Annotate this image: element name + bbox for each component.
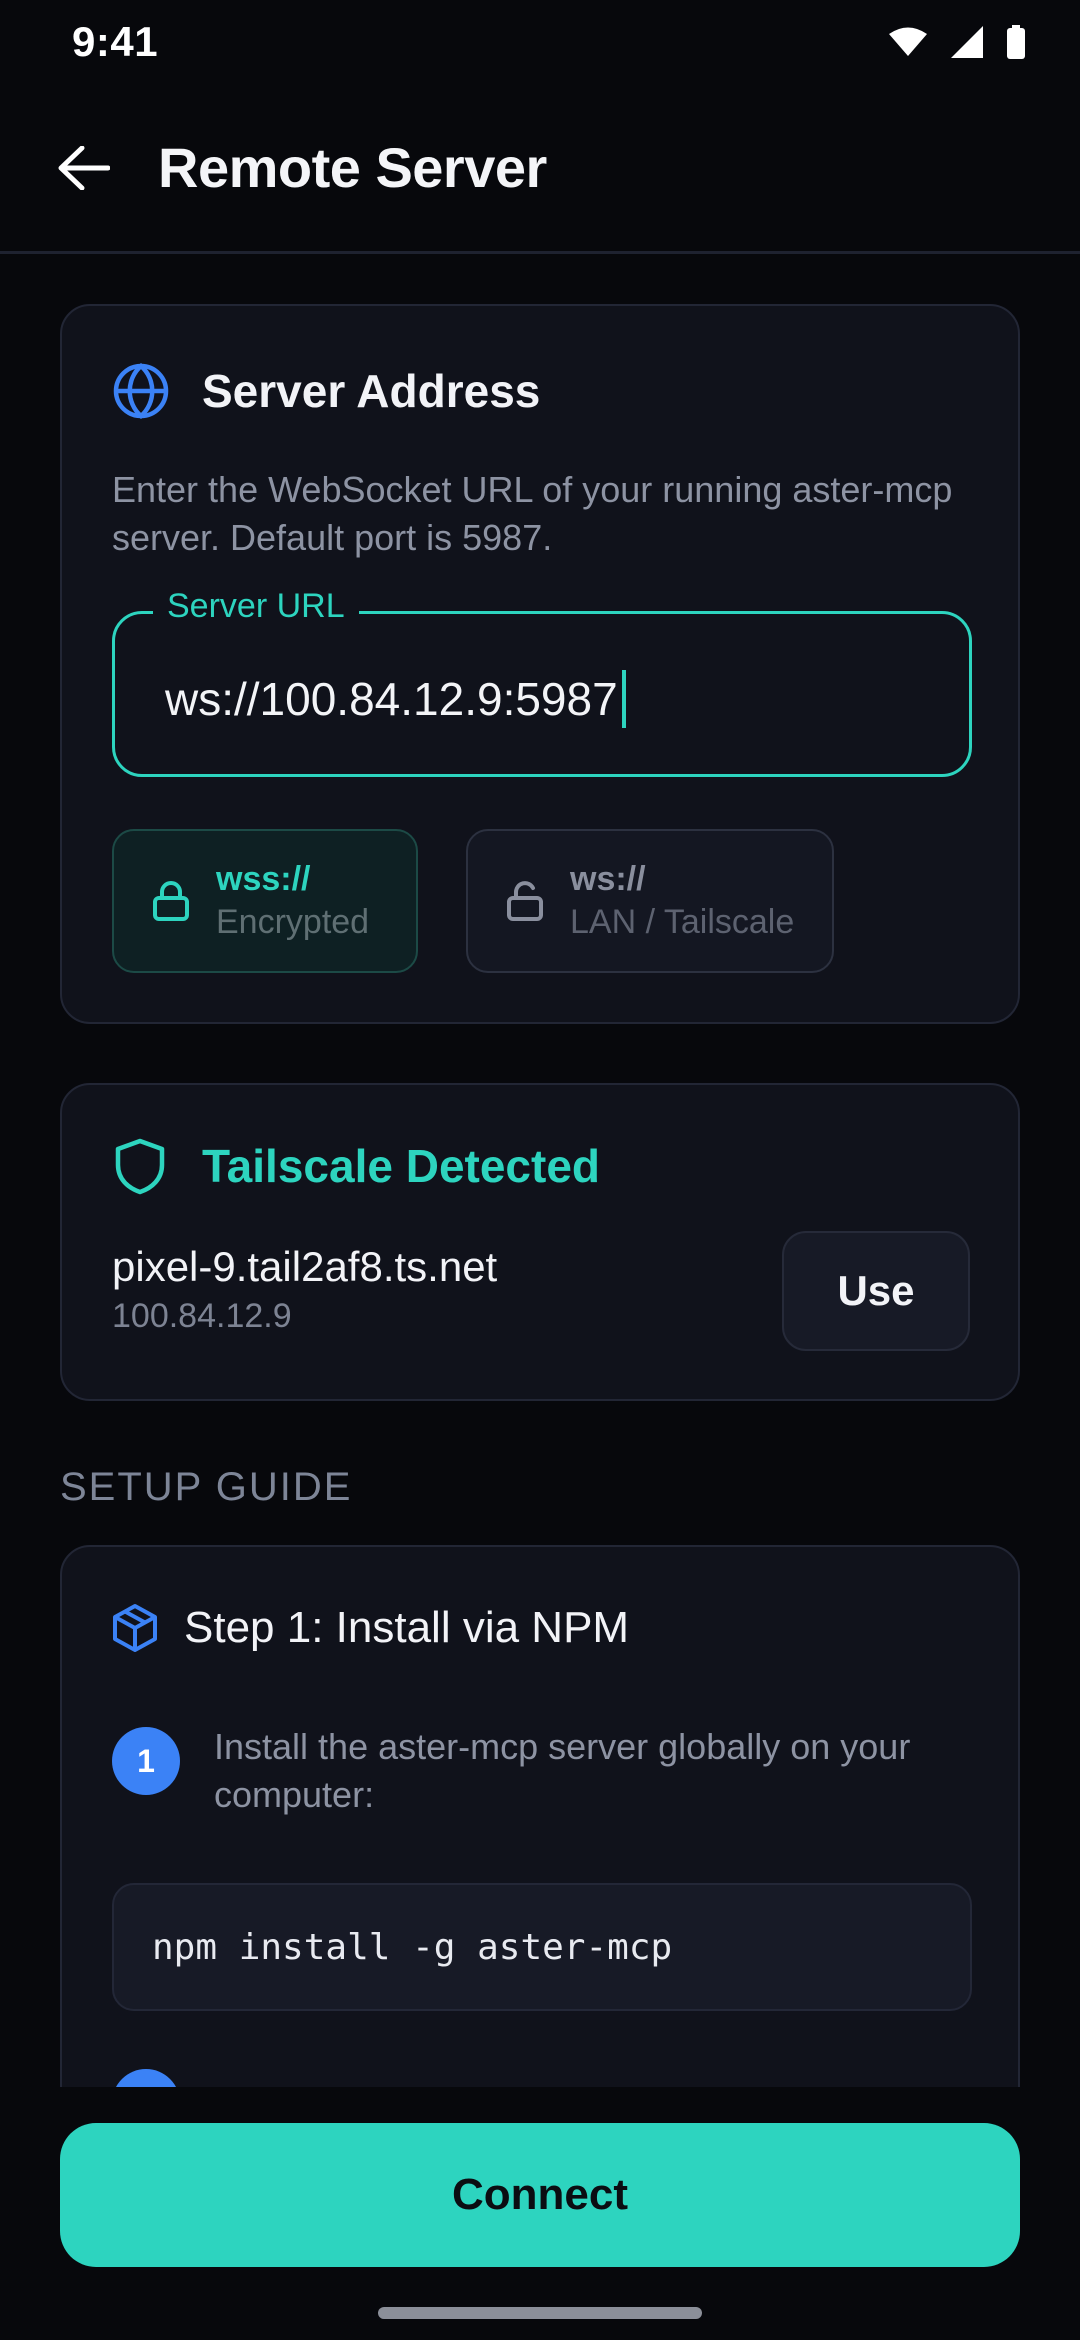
- arrow-left-icon: [58, 145, 110, 190]
- step-instruction: Install the aster-mcp server globally on…: [214, 1726, 911, 1815]
- text-cursor: [621, 670, 626, 728]
- status-icons: [888, 25, 1026, 59]
- tailscale-ip: 100.84.12.9: [112, 1297, 292, 1335]
- step-number-badge: 1: [112, 1727, 180, 1795]
- home-indicator[interactable]: [378, 2307, 702, 2319]
- server-url-field[interactable]: Server URL ws://100.84.12.9:5987: [112, 587, 972, 777]
- app-bar: Remote Server: [0, 84, 1080, 254]
- server-address-card: Server Address Enter the WebSocket URL o…: [60, 304, 1020, 1024]
- tailscale-title: Tailscale Detected: [202, 1140, 601, 1192]
- bottom-action-area: Connect: [0, 2087, 1080, 2340]
- tailscale-header: Tailscale Detected: [112, 1137, 600, 1195]
- server-url-value: ws://100.84.12.9:5987: [165, 673, 618, 725]
- step1-header: Step 1: Install via NPM: [112, 1603, 629, 1653]
- back-button[interactable]: [56, 140, 112, 196]
- tailscale-hostname: pixel-9.tail2af8.ts.net: [112, 1243, 498, 1290]
- protocol-wss-title: wss://: [216, 860, 311, 898]
- globe-icon: [113, 363, 169, 419]
- shield-icon: [115, 1138, 165, 1195]
- protocol-ws-title: ws://: [570, 860, 646, 898]
- wifi-icon: [889, 27, 927, 56]
- connect-button[interactable]: Connect: [60, 2123, 1020, 2267]
- package-icon: [113, 1604, 157, 1652]
- setup-guide-label: SETUP GUIDE: [60, 1465, 353, 1509]
- status-bar: 9:41: [0, 0, 1080, 84]
- lock-closed-icon: [153, 881, 189, 921]
- content-scroll[interactable]: Server Address Enter the WebSocket URL o…: [0, 257, 1080, 2087]
- battery-icon: [1007, 25, 1025, 59]
- protocol-ws-subtitle: LAN / Tailscale: [570, 903, 795, 941]
- server-address-title: Server Address: [202, 365, 541, 417]
- protocol-ws-option[interactable]: ws:// LAN / Tailscale: [466, 829, 834, 973]
- server-url-label: Server URL: [153, 587, 359, 626]
- tailscale-card: Tailscale Detected pixel-9.tail2af8.ts.n…: [60, 1083, 1020, 1401]
- npm-install-command[interactable]: npm install -g aster-mcp: [112, 1883, 972, 2011]
- status-time: 9:41: [72, 18, 159, 65]
- use-tailscale-button[interactable]: Use: [782, 1231, 970, 1351]
- setup-step-card: Step 1: Install via NPM 1 Install the as…: [60, 1545, 1020, 2087]
- next-step-badge: [112, 2069, 180, 2087]
- page-title: Remote Server: [158, 136, 547, 199]
- signal-icon: [951, 26, 983, 58]
- lock-open-icon: [507, 881, 543, 921]
- protocol-wss-option[interactable]: wss:// Encrypted: [112, 829, 418, 973]
- server-address-header: Server Address: [112, 362, 540, 420]
- protocol-wss-subtitle: Encrypted: [216, 903, 370, 941]
- step1-title: Step 1: Install via NPM: [184, 1603, 630, 1652]
- tailscale-host: pixel-9.tail2af8.ts.net 100.84.12.9: [112, 1243, 497, 1336]
- server-url-input[interactable]: ws://100.84.12.9:5987: [165, 670, 626, 728]
- server-address-description: Enter the WebSocket URL of your running …: [112, 469, 953, 558]
